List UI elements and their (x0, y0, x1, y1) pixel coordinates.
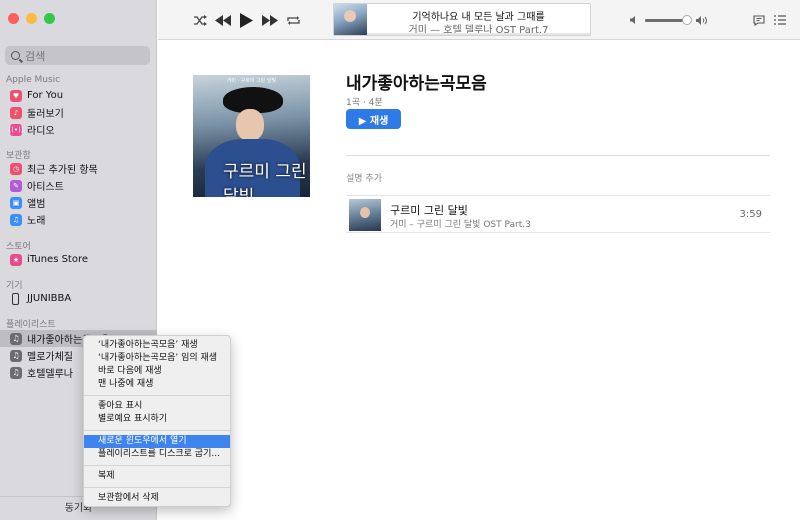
cover-figure-face (236, 109, 264, 141)
player-toolbar: 기억하나요 내 모든 날과 그때를 거미 — 호텔 델루나 OST Part.7 (158, 0, 800, 40)
sidebar-item-itunes-store[interactable]: ★ iTunes Store (10, 251, 88, 268)
sidebar-item-label: 호텔델루나 (27, 369, 73, 380)
sidebar-item-label: JJUNIBBA (27, 293, 72, 304)
sidebar-item-browse[interactable]: ♪ 둘러보기 (10, 104, 64, 121)
playlist-meta: 1곡 · 4분 (346, 98, 383, 108)
playlist-icon: ♫ (10, 366, 22, 379)
up-next-button[interactable] (772, 0, 788, 40)
track-subtitle: 거미 – 구르미 그린 달빛 OST Part.3 (390, 220, 531, 230)
repeat-icon (286, 15, 300, 25)
fast-forward-icon (262, 14, 278, 26)
repeat-button[interactable] (283, 0, 303, 40)
star-icon: ★ (10, 253, 22, 266)
playlist-context-menu: ‘내가좋아하는곡모음’ 재생 ‘내가좋아하는곡모음’ 임의 재생 바로 다음에 … (83, 335, 231, 507)
section-title-playlists: 플레이리스트 (6, 320, 56, 330)
menu-separator (84, 395, 230, 396)
play-icon (239, 12, 253, 28)
music-note-icon: ♪ (10, 106, 22, 119)
sidebar-item-label: iTunes Store (27, 254, 89, 265)
previous-track-button[interactable] (212, 0, 234, 40)
volume-slider[interactable] (645, 15, 692, 25)
menu-item-play-next[interactable]: 바로 다음에 재생 (84, 365, 230, 378)
playlist-icon: ♫ (10, 349, 22, 362)
lyrics-button[interactable] (751, 0, 767, 40)
sidebar-item-recently-added[interactable]: ◷ 최근 추가된 항목 (10, 160, 98, 177)
shuffle-icon (193, 14, 207, 26)
sidebar-item-songs[interactable]: ♫ 노래 (10, 211, 45, 228)
sidebar-item-radio[interactable]: ((•)) 라디오 (8, 121, 55, 138)
menu-separator (84, 487, 230, 488)
sidebar-item-label: For You (27, 90, 64, 101)
sidebar-item-artists[interactable]: ✎ 아티스트 (10, 177, 64, 194)
list-icon (774, 15, 786, 25)
track-title: 구르미 그린 달빛 (390, 204, 468, 217)
sidebar-item-for-you[interactable]: ♥ For You (10, 87, 63, 104)
divider (346, 155, 770, 156)
playback-progress-bar[interactable] (367, 33, 590, 35)
play-button[interactable] (236, 0, 256, 40)
now-playing-artwork (334, 4, 367, 35)
volume-knob[interactable] (682, 15, 692, 25)
search-input[interactable]: 검색 (5, 46, 150, 65)
search-placeholder: 검색 (25, 49, 46, 63)
sidebar-item-label: 라디오 (27, 126, 55, 137)
now-playing-display[interactable]: 기억하나요 내 모든 날과 그때를 거미 — 호텔 델루나 OST Part.7 (333, 3, 591, 36)
sidebar-item-label: 앨범 (27, 199, 46, 210)
track-duration: 3:59 (739, 209, 762, 220)
speech-bubble-icon (753, 14, 765, 26)
sidebar-item-playlist-melo[interactable]: ♫ 멜로가체질 (10, 347, 73, 364)
shuffle-button[interactable] (190, 0, 210, 40)
sidebar-item-label: 둘러보기 (27, 109, 64, 120)
track-artwork (349, 199, 381, 231)
add-description-button[interactable]: 설명 추가 (346, 171, 382, 184)
close-window-button[interactable] (8, 13, 19, 24)
sidebar-item-device-jjunibba[interactable]: JJUNIBBA (10, 290, 71, 307)
album-icon: ▣ (10, 196, 22, 209)
playlist-icon: ♫ (10, 332, 22, 345)
play-playlist-button[interactable]: ▶ 재생 (346, 109, 401, 129)
menu-item-open-in-new-window[interactable]: 새로운 윈도우에서 열기 (84, 435, 230, 448)
cover-top-text: 거미 · 구르미 그린 달빛 (226, 78, 277, 84)
sidebar-item-albums[interactable]: ▣ 앨범 (10, 194, 45, 211)
phone-icon (12, 292, 19, 305)
menu-item-dislike[interactable]: 별로예요 표시하기 (84, 413, 230, 426)
menu-item-love[interactable]: 좋아요 표시 (84, 400, 230, 413)
menu-separator (84, 430, 230, 431)
menu-item-delete-from-library[interactable]: 보관함에서 삭제 (84, 492, 230, 505)
minimize-window-button[interactable] (26, 13, 37, 24)
search-icon (11, 51, 20, 60)
microphone-icon: ✎ (10, 179, 22, 192)
volume-low-icon (628, 0, 640, 40)
rewind-icon (215, 14, 231, 26)
menu-item-play-later[interactable]: 맨 나중에 재생 (84, 378, 230, 391)
playlist-cover-art: 거미 · 구르미 그린 달빛 구르미 그린 달빛 (193, 75, 310, 197)
menu-separator (84, 465, 230, 466)
sidebar-item-label: 멜로가체질 (27, 352, 73, 363)
clock-icon: ◷ (10, 162, 22, 175)
track-row[interactable]: 구르미 그린 달빛 거미 – 구르미 그린 달빛 OST Part.3 3:59 (346, 195, 770, 233)
next-track-button[interactable] (259, 0, 281, 40)
window-controls (8, 13, 55, 24)
cover-title-text: 구르미 그린 달빛 (223, 162, 307, 197)
heart-icon: ♥ (10, 89, 22, 102)
menu-item-duplicate[interactable]: 복제 (84, 470, 230, 483)
note-icon: ♫ (10, 213, 22, 226)
radio-icon: ((•)) (8, 123, 24, 136)
sidebar-item-playlist-hotel-del-luna[interactable]: ♫ 호텔델루나 (10, 364, 73, 381)
menu-item-burn-playlist[interactable]: 플레이리스트를 디스크로 굽기... (84, 448, 230, 461)
zoom-window-button[interactable] (44, 13, 55, 24)
volume-level (645, 19, 685, 22)
menu-item-play[interactable]: ‘내가좋아하는곡모음’ 재생 (84, 339, 230, 352)
section-title-apple-music: Apple Music (6, 75, 61, 85)
playlist-title: 내가좋아하는곡모음 (346, 74, 487, 94)
sidebar-item-label: 아티스트 (27, 182, 64, 193)
menu-item-shuffle[interactable]: ‘내가좋아하는곡모음’ 임의 재생 (84, 352, 230, 365)
sidebar-item-label: 노래 (27, 216, 46, 227)
volume-high-icon (695, 0, 709, 40)
sidebar-item-label: 최근 추가된 항목 (27, 165, 98, 176)
